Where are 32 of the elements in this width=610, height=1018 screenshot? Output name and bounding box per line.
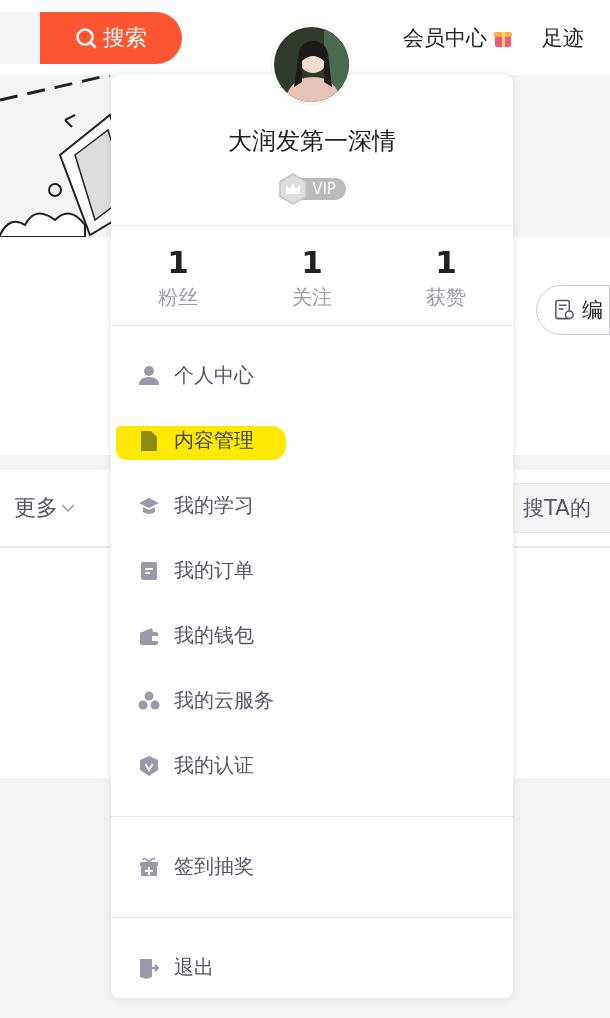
menu-item[interactable]: 我的钱包 <box>111 603 513 668</box>
search-field[interactable]: 搜TA的 <box>512 483 610 533</box>
stat-value: 1 <box>435 244 457 280</box>
stat-label: 获赞 <box>426 284 466 311</box>
menu-item[interactable]: 个人中心 <box>111 343 513 408</box>
stat-label: 粉丝 <box>158 284 198 311</box>
menu-item[interactable]: 我的学习 <box>111 473 513 538</box>
nav-link[interactable]: 会员中心 <box>403 23 514 52</box>
more-dropdown[interactable]: 更多 <box>14 493 76 523</box>
cubes-icon <box>138 689 160 712</box>
stat-value: 1 <box>167 244 189 280</box>
gift-icon <box>138 855 160 878</box>
search-field[interactable] <box>0 11 40 64</box>
nav-link[interactable]: 足迹 <box>542 23 584 52</box>
menu-item[interactable]: 退出 <box>111 935 513 1000</box>
chevron-down-icon <box>60 503 76 513</box>
stat-label: 关注 <box>292 284 332 311</box>
document-gear-icon <box>553 298 576 322</box>
shield-icon <box>138 754 160 777</box>
menu-item[interactable]: 签到抽奖 <box>111 834 513 899</box>
menu-item[interactable]: 我的云服务 <box>111 668 513 733</box>
stat-value: 1 <box>301 244 323 280</box>
user-icon <box>138 364 160 387</box>
username: 大润发第一深情 <box>228 126 396 157</box>
search-icon <box>75 26 97 49</box>
menu-item[interactable]: 内容管理 <box>111 408 513 473</box>
receipt-icon <box>138 559 160 582</box>
exit-icon <box>138 956 160 979</box>
crown-icon <box>278 173 309 205</box>
edit-button[interactable]: 编 <box>536 285 610 335</box>
menu-item[interactable]: 我的订单 <box>111 538 513 603</box>
menu-item[interactable]: 我的认证 <box>111 733 513 798</box>
